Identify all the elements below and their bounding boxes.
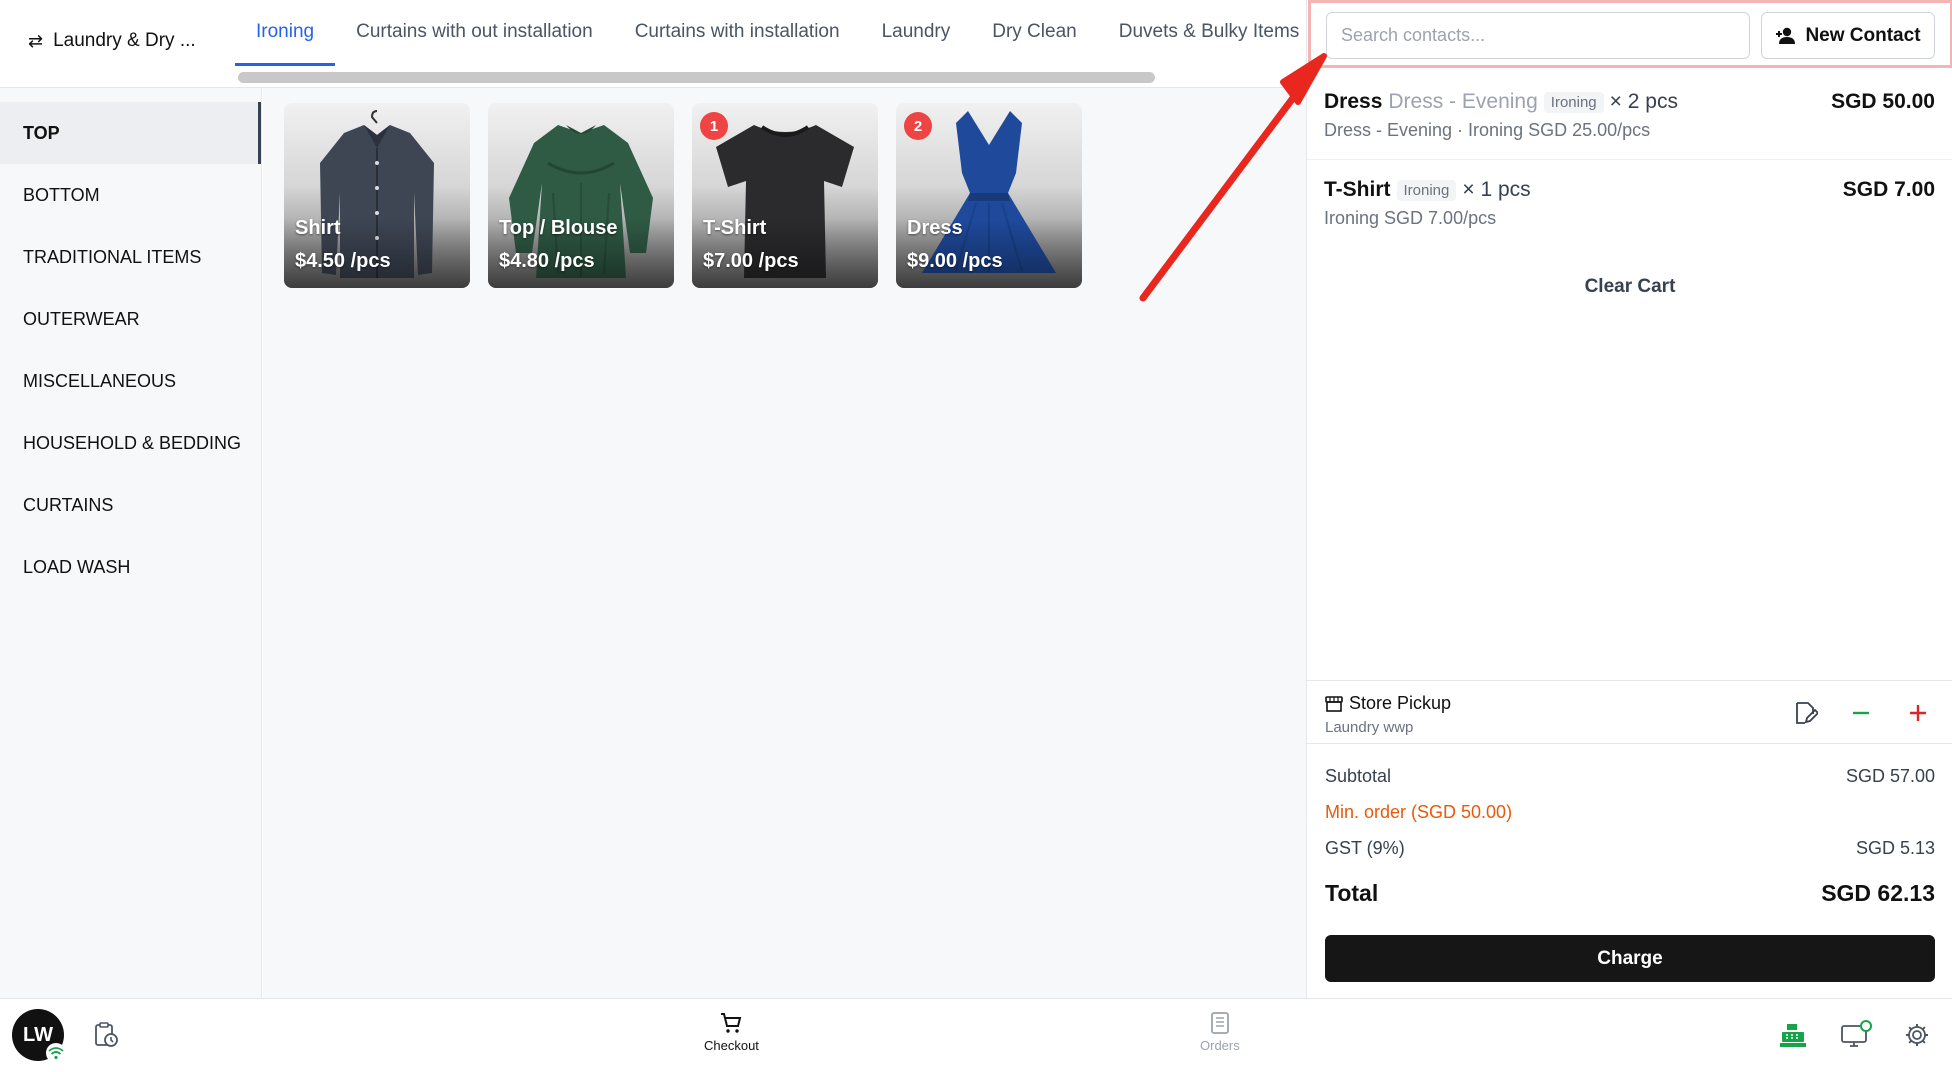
product-price: $4.50 /pcs: [295, 250, 391, 272]
minus-icon: [1853, 711, 1869, 715]
total-row: Total SGD 62.13: [1325, 880, 1935, 907]
wifi-icon: [48, 1047, 64, 1060]
subtotal-value: SGD 57.00: [1845, 766, 1935, 786]
product-qty-badge: 2: [904, 112, 932, 140]
product-qty-badge: 1: [700, 112, 728, 140]
charge-button[interactable]: Charge: [1325, 935, 1935, 982]
line-item-detail: Ironing SGD 7.00/pcs: [1324, 208, 1497, 228]
line-item-title: Dress Dress - Evening Ironing × 2 pcs: [1324, 90, 1678, 114]
category-top[interactable]: TOP: [0, 102, 261, 164]
nav-orders[interactable]: Orders: [1200, 1011, 1240, 1053]
clipboard-clock-icon: [95, 1022, 118, 1047]
store-switcher[interactable]: ⇄ Laundry & Dry ...: [28, 30, 196, 52]
tab-duvets-bulky-items[interactable]: Duvets & Bulky Items: [1098, 0, 1321, 66]
tab-laundry[interactable]: Laundry: [861, 0, 972, 66]
swap-icon: ⇄: [28, 30, 44, 51]
line-item-qty: × 2 pcs: [1609, 90, 1678, 113]
pickup-title: Store Pickup: [1349, 693, 1452, 713]
wifi-status: [46, 1043, 66, 1063]
top-bar: ⇄ Laundry & Dry ... Ironing Curtains wit…: [0, 0, 1306, 88]
line-item-qty: × 1 pcs: [1462, 178, 1531, 201]
line-item-detail: Dress - Evening · Ironing SGD 25.00/pcs: [1324, 120, 1651, 140]
subtotal-label: Subtotal: [1325, 766, 1392, 786]
customer-display-button[interactable]: [1840, 1019, 1872, 1051]
total-value: SGD 62.13: [1821, 880, 1935, 906]
nav-orders-label: Orders: [1200, 1038, 1240, 1053]
bottom-bar: LW Checkout Orders: [0, 998, 1952, 1072]
product-name: Shirt: [295, 217, 341, 239]
line-item-name: Dress: [1324, 90, 1383, 113]
edit-note-button[interactable]: [1791, 699, 1819, 727]
increase-button[interactable]: [1904, 699, 1932, 727]
tab-dry-clean[interactable]: Dry Clean: [971, 0, 1097, 66]
product-name: Top / Blouse: [499, 217, 618, 239]
gear-icon: [1906, 1024, 1928, 1046]
product-card-top-blouse[interactable]: Top / Blouse $4.80 /pcs: [488, 103, 674, 288]
gst-label: GST (9%): [1325, 838, 1405, 858]
store-icon: [1325, 695, 1343, 712]
cash-register-icon: [1780, 1024, 1806, 1047]
product-area: Shirt $4.50 /pcs Top / Blouse $4.80 /pcs…: [263, 88, 1306, 998]
monitor-icon: [1841, 1020, 1872, 1047]
pickup-section: Store Pickup Laundry wwp: [1307, 680, 1952, 744]
category-curtains[interactable]: CURTAINS: [0, 474, 261, 536]
category-outerwear[interactable]: OUTERWEAR: [0, 288, 261, 350]
min-order-row: Min. order (SGD 50.00): [1325, 802, 1935, 823]
total-label: Total: [1325, 880, 1379, 906]
nav-checkout-label: Checkout: [704, 1038, 759, 1053]
tabs-scrollbar[interactable]: [238, 72, 1155, 83]
line-item-service-tag: Ironing: [1543, 91, 1604, 113]
category-bottom[interactable]: BOTTOM: [0, 164, 261, 226]
line-item-variant: Dress - Evening: [1388, 90, 1538, 113]
product-price: $9.00 /pcs: [907, 250, 1003, 272]
plus-icon: [1910, 705, 1926, 721]
add-user-icon: [1776, 27, 1796, 44]
gst-value: SGD 5.13: [1855, 838, 1935, 858]
tab-curtains-with-installation[interactable]: Curtains with installation: [614, 0, 861, 66]
pickup-title-row: Store Pickup: [1325, 693, 1451, 714]
category-household-bedding[interactable]: HOUSEHOLD & BEDDING: [0, 412, 261, 474]
settings-button[interactable]: [1901, 1019, 1933, 1051]
category-miscellaneous[interactable]: MISCELLANEOUS: [0, 350, 261, 412]
line-item-title: T-Shirt Ironing × 1 pcs: [1324, 178, 1531, 202]
pickup-location: Laundry wwp: [1325, 719, 1414, 736]
product-card-t-shirt[interactable]: 1 T-Shirt $7.00 /pcs: [692, 103, 878, 288]
edit-note-icon: [1796, 702, 1818, 724]
product-grid: Shirt $4.50 /pcs Top / Blouse $4.80 /pcs…: [284, 103, 1082, 288]
product-price: $4.80 /pcs: [499, 250, 595, 272]
shift-history-button[interactable]: [90, 1019, 122, 1051]
product-card-dress[interactable]: 2 Dress $9.00 /pcs: [896, 103, 1082, 288]
category-load-wash[interactable]: LOAD WASH: [0, 536, 261, 598]
category-traditional-items[interactable]: TRADITIONAL ITEMS: [0, 226, 261, 288]
product-price: $7.00 /pcs: [703, 250, 799, 272]
tab-curtains-without-installation[interactable]: Curtains with out installation: [335, 0, 614, 66]
line-item-service-tag: Ironing: [1396, 179, 1457, 201]
line-item-name: T-Shirt: [1324, 178, 1391, 201]
new-contact-button[interactable]: New Contact: [1761, 12, 1935, 59]
orders-icon: [1210, 1012, 1229, 1034]
clear-cart-button[interactable]: Clear Cart: [1307, 276, 1952, 298]
tab-ironing[interactable]: Ironing: [235, 0, 336, 66]
service-tabs: Ironing Curtains with out installation C…: [235, 0, 1320, 66]
store-name: Laundry & Dry ...: [53, 30, 196, 51]
decrease-button[interactable]: [1847, 699, 1875, 727]
line-item-price: SGD 7.00: [1842, 178, 1935, 201]
nav-checkout[interactable]: Checkout: [704, 1011, 759, 1053]
category-sidebar: TOP BOTTOM TRADITIONAL ITEMS OUTERWEAR M…: [0, 88, 262, 998]
contact-bar: New Contact: [1308, 0, 1952, 68]
search-contacts-input[interactable]: [1326, 12, 1750, 59]
subtotal-row: Subtotal SGD 57.00: [1325, 766, 1935, 787]
cart-panel: New Contact Dress Dress - Evening Ironin…: [1306, 0, 1952, 998]
cart-icon: [721, 1013, 742, 1033]
min-order-warning: Min. order (SGD 50.00): [1325, 802, 1513, 822]
cart-line-item[interactable]: Dress Dress - Evening Ironing × 2 pcs Dr…: [1307, 72, 1952, 160]
product-name: Dress: [907, 217, 963, 239]
product-card-shirt[interactable]: Shirt $4.50 /pcs: [284, 103, 470, 288]
product-name: T-Shirt: [703, 217, 767, 239]
new-contact-label: New Contact: [1805, 24, 1921, 46]
line-item-price: SGD 50.00: [1831, 90, 1935, 113]
gst-row: GST (9%) SGD 5.13: [1325, 838, 1935, 859]
cash-register-button[interactable]: [1777, 1019, 1809, 1051]
cart-line-item[interactable]: T-Shirt Ironing × 1 pcs Ironing SGD 7.00…: [1307, 160, 1952, 248]
